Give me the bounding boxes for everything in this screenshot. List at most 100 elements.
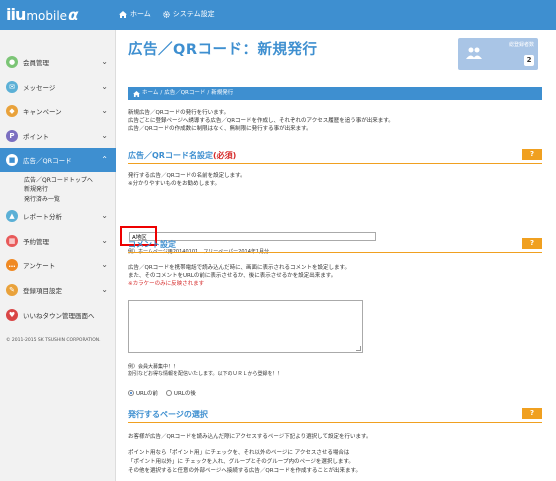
section-name-header: 広告／QRコード名設定(必須) ? bbox=[128, 149, 542, 164]
page-desc-2: ポイント用なら「ポイント用」にチェックを、それ以外のページに アクセスさせる場合… bbox=[128, 450, 350, 456]
help-button[interactable]: ? bbox=[522, 408, 542, 419]
sidebar: ● 会員管理 ⌄ ✉ メッセージ ⌄ ◆ キャンペーン ⌄ P ポイント ⌄ ■… bbox=[0, 30, 116, 481]
mail-icon: ✉ bbox=[6, 81, 18, 93]
section-page-header: 発行するページの選択 ? bbox=[128, 408, 542, 423]
intro-line-3: 広告／QRコードの作成数に制限はなく、無制限に発行する事が出来ます。 bbox=[128, 126, 312, 132]
page-desc-1: お客様が広告／QRコードを読み込んだ際にアクセスするページ下記より選択して設定を… bbox=[128, 434, 372, 440]
radio-after-url[interactable]: URLの後 bbox=[165, 389, 196, 397]
page-title: 広告／QRコード：新規発行 bbox=[128, 42, 318, 58]
sidebar-item-reservation[interactable]: ▦ 予約管理 ⌄ bbox=[0, 229, 116, 253]
name-desc-1: 発行する広告／QRコードの名前を設定します。 bbox=[128, 173, 246, 179]
sidebar-item-report[interactable]: ▲ レポート分析 ⌄ bbox=[0, 204, 116, 228]
sidebar-item-survey[interactable]: … アンケート ⌄ bbox=[0, 253, 116, 277]
sidebar-item-label: レポート分析 bbox=[23, 213, 62, 221]
sidebar-item-label: アンケート bbox=[23, 262, 56, 270]
page-desc-3: 「ポイント用以外」に チェックを入れ、グループとそのグループ内のページを選択しま… bbox=[128, 459, 354, 465]
section-comment-title: コメント設定 bbox=[128, 240, 176, 249]
calendar-icon: ▦ bbox=[6, 235, 18, 247]
chevron-down-icon: ⌄ bbox=[101, 260, 108, 269]
breadcrumb-home[interactable]: ホーム bbox=[142, 87, 158, 100]
logo-mark: iiu bbox=[6, 5, 26, 24]
chevron-down-icon: ⌄ bbox=[101, 57, 108, 66]
sidebar-item-label: 登録項目設定 bbox=[23, 287, 62, 295]
member-count-label: 総登録者数 bbox=[508, 42, 534, 48]
qr-icon: ■ bbox=[6, 154, 18, 166]
sidebar-item-label: ポイント bbox=[23, 133, 49, 141]
sidebar-item-registration[interactable]: ✎ 登録項目設定 ⌄ bbox=[0, 278, 116, 302]
member-count-box: 総登録者数 2 bbox=[458, 38, 538, 70]
chevron-down-icon: ⌄ bbox=[101, 236, 108, 245]
breadcrumb-separator: / bbox=[207, 90, 210, 96]
help-button[interactable]: ? bbox=[522, 149, 542, 160]
nav-home[interactable]: ホーム bbox=[119, 9, 151, 19]
report-icon: ▲ bbox=[6, 210, 18, 222]
nav-system-settings-label: システム設定 bbox=[172, 10, 215, 18]
radio-label: URLの後 bbox=[173, 391, 196, 397]
chevron-up-icon: ⌃ bbox=[101, 155, 108, 164]
main-content: 広告／QRコード：新規発行 総登録者数 2 ホーム / 広告／QRコード / 新… bbox=[116, 30, 556, 481]
sidebar-item-points[interactable]: P ポイント ⌄ bbox=[0, 124, 116, 148]
gear-icon bbox=[162, 10, 170, 18]
section-name-title: 広告／QRコード名設定(必須) bbox=[128, 151, 237, 160]
sidebar-item-campaign[interactable]: ◆ キャンペーン ⌄ bbox=[0, 99, 116, 123]
nav-system-settings[interactable]: システム設定 bbox=[162, 9, 215, 19]
name-desc-2: ※分かりやすいものをお勧めします。 bbox=[128, 181, 221, 187]
page-desc-4: その他を選択すると任意の外部ページへ接続する広告／QRコードを作成することが出来… bbox=[128, 468, 361, 474]
survey-icon: … bbox=[6, 259, 18, 271]
point-icon: P bbox=[6, 130, 18, 142]
intro-line-2: 広告ごとに登録ページへ誘導する広告／QRコードを作成し、それぞれのアクセス履歴を… bbox=[128, 118, 394, 124]
logo-word: mobile bbox=[26, 9, 68, 23]
breadcrumb: ホーム / 広告／QRコード / 新規発行 bbox=[128, 87, 542, 100]
comment-example-1: 例）会員大募集中！！ bbox=[128, 364, 179, 370]
breadcrumb-separator: / bbox=[160, 90, 163, 96]
radio-label: URLの前 bbox=[136, 391, 158, 397]
campaign-icon: ◆ bbox=[6, 105, 18, 117]
chevron-down-icon: ⌄ bbox=[101, 211, 108, 220]
radio-before-url[interactable]: URLの前 bbox=[128, 389, 158, 397]
sidebar-sub-qr-top[interactable]: 広告／QRコードトップへ bbox=[24, 175, 93, 184]
comment-desc-2: また、そのコメントをURLの前に表示させるか、後に表示させるかを設定出来ます。 bbox=[128, 273, 337, 279]
comment-textarea[interactable] bbox=[128, 300, 363, 353]
user-icon: ● bbox=[6, 56, 18, 68]
chevron-down-icon: ⌄ bbox=[101, 82, 108, 91]
top-nav: ホーム システム設定 bbox=[119, 9, 215, 19]
chevron-down-icon: ⌄ bbox=[101, 106, 108, 115]
sidebar-item-label: メッセージ bbox=[23, 84, 56, 92]
users-icon bbox=[466, 47, 482, 59]
section-page-title: 発行するページの選択 bbox=[128, 410, 208, 419]
sidebar-item-messages[interactable]: ✉ メッセージ ⌄ bbox=[0, 75, 116, 99]
radio-button[interactable] bbox=[128, 390, 134, 396]
sidebar-item-label: キャンペーン bbox=[23, 108, 62, 116]
sidebar-item-iine-town[interactable]: ♥ いいねタウン管理画面へ bbox=[0, 303, 116, 327]
required-badge: (必須) bbox=[212, 151, 237, 160]
copyright: © 2011-2015 SK TSUSHIN CORPORATION. bbox=[6, 338, 101, 343]
member-count-value: 2 bbox=[524, 55, 534, 66]
settings-icon: ✎ bbox=[6, 284, 18, 296]
comment-position-radios: URLの前 URLの後 bbox=[128, 389, 196, 397]
sidebar-item-label: いいねタウン管理画面へ bbox=[23, 312, 95, 320]
radio-button[interactable] bbox=[165, 390, 172, 396]
breadcrumb-qr[interactable]: 広告／QRコード bbox=[164, 87, 205, 100]
town-icon: ♥ bbox=[6, 309, 18, 321]
sidebar-item-qr[interactable]: ■ 広告／QRコード ⌃ bbox=[0, 148, 116, 172]
sidebar-sub-new[interactable]: 新規発行 bbox=[24, 184, 48, 193]
sidebar-sub-issued[interactable]: 発行済み一覧 bbox=[24, 194, 60, 203]
chevron-down-icon: ⌄ bbox=[101, 285, 108, 294]
comment-example-2: 割引などお得な情報を配信いたします。以下のＵＲＬから登録を！！ bbox=[128, 371, 283, 377]
comment-note: ※カラケーのみに反映されます bbox=[128, 281, 205, 287]
sidebar-item-label: 予約管理 bbox=[23, 238, 49, 246]
section-comment-header: コメント設定 ? bbox=[128, 238, 542, 253]
sidebar-item-label: 広告／QRコード bbox=[23, 157, 72, 165]
help-button[interactable]: ? bbox=[522, 238, 542, 249]
app-logo[interactable]: iiu mobile α bbox=[6, 5, 78, 24]
sidebar-item-members[interactable]: ● 会員管理 ⌄ bbox=[0, 50, 116, 74]
logo-alpha: α bbox=[68, 6, 79, 24]
comment-desc-1: 広告／QRコードを携帯電話で読み込んだ時に、画面に表示されるコメントを設定します… bbox=[128, 265, 350, 271]
chevron-down-icon: ⌄ bbox=[101, 131, 108, 140]
sidebar-item-label: 会員管理 bbox=[23, 59, 49, 67]
nav-home-label: ホーム bbox=[130, 10, 151, 18]
home-icon bbox=[119, 10, 127, 18]
intro-line-1: 新規広告／QRコードの発行を行います。 bbox=[128, 110, 230, 116]
resize-handle[interactable] bbox=[356, 346, 361, 351]
breadcrumb-current: 新規発行 bbox=[211, 90, 234, 96]
